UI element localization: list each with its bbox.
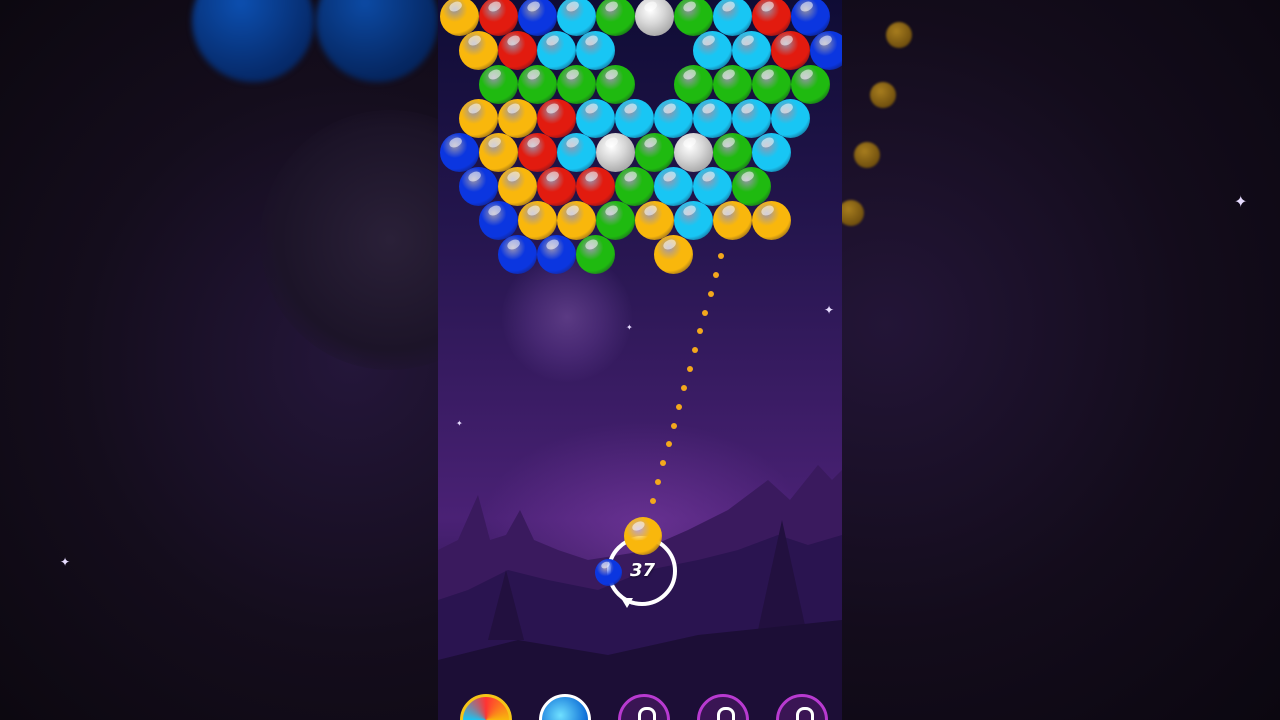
green-bubble xyxy=(596,0,635,36)
cyan-bubble xyxy=(752,133,791,172)
yellow-bubble xyxy=(498,99,537,138)
green-bubble xyxy=(596,201,635,240)
aim-dot xyxy=(718,253,724,259)
cyan-bubble xyxy=(576,99,615,138)
yellow-bubble xyxy=(479,133,518,172)
yellow-bubble xyxy=(713,201,752,240)
blurred-aim-dot xyxy=(886,22,912,48)
cyan-bubble xyxy=(693,167,732,206)
blurred-aim-dot xyxy=(842,200,864,226)
blue-bubble xyxy=(459,167,498,206)
aim-dot xyxy=(670,422,677,429)
cyan-bubble xyxy=(732,31,771,70)
aim-dot xyxy=(697,328,704,335)
aim-dot xyxy=(702,309,709,316)
blurred-aim-dot xyxy=(870,82,896,108)
yellow-bubble xyxy=(752,201,791,240)
swap-arrow-icon[interactable] xyxy=(621,598,633,608)
blurred-bubble xyxy=(192,0,314,82)
yellow-bubble xyxy=(654,235,693,274)
green-bubble xyxy=(791,65,830,104)
cyan-bubble xyxy=(537,31,576,70)
aim-dot xyxy=(686,366,693,373)
stone-bubble xyxy=(635,0,674,36)
red-bubble xyxy=(771,31,810,70)
yellow-bubble xyxy=(459,99,498,138)
red-bubble xyxy=(537,167,576,206)
yellow-bubble xyxy=(518,201,557,240)
blurred-moon xyxy=(260,110,438,370)
stone-bubble xyxy=(596,133,635,172)
cyan-bubble xyxy=(674,201,713,240)
lock-icon xyxy=(638,707,656,720)
stone-bubble xyxy=(674,133,713,172)
red-bubble xyxy=(498,31,537,70)
green-bubble xyxy=(518,65,557,104)
blurred-bubble xyxy=(316,0,438,82)
cyan-bubble xyxy=(693,99,732,138)
star-icon: ✦ xyxy=(60,555,71,569)
yellow-bubble xyxy=(557,201,596,240)
aim-dot xyxy=(676,403,683,410)
cyan-bubble xyxy=(576,31,615,70)
next-bubble[interactable] xyxy=(595,559,622,586)
cyan-bubble xyxy=(654,99,693,138)
blue-bubble xyxy=(479,201,518,240)
cyan-bubble xyxy=(615,99,654,138)
red-bubble xyxy=(518,133,557,172)
green-bubble xyxy=(615,167,654,206)
green-bubble xyxy=(674,65,713,104)
aim-dot xyxy=(681,384,688,391)
aim-dot xyxy=(712,271,719,278)
yellow-bubble xyxy=(498,167,537,206)
cyan-bubble xyxy=(732,99,771,138)
lock-icon xyxy=(717,707,735,720)
blue-bubble xyxy=(440,133,479,172)
blurred-background-left: ✦ xyxy=(0,0,438,720)
blue-bubble xyxy=(537,235,576,274)
green-bubble xyxy=(596,65,635,104)
yellow-bubble xyxy=(459,31,498,70)
green-bubble xyxy=(479,65,518,104)
aim-dot xyxy=(650,498,656,504)
cyan-bubble xyxy=(557,133,596,172)
star-icon: ✦ xyxy=(824,303,835,317)
green-bubble xyxy=(732,167,771,206)
green-bubble xyxy=(713,133,752,172)
cyan-bubble xyxy=(654,167,693,206)
blue-bubble xyxy=(498,235,537,274)
green-bubble xyxy=(713,65,752,104)
blue-bubble xyxy=(810,31,842,70)
star-icon: ✦ xyxy=(1234,192,1248,211)
lock-icon xyxy=(796,707,814,720)
aim-dot xyxy=(707,290,714,297)
red-bubble xyxy=(576,167,615,206)
yellow-bubble xyxy=(635,201,674,240)
loaded-bubble xyxy=(624,517,662,555)
cyan-bubble xyxy=(693,31,732,70)
green-bubble xyxy=(635,133,674,172)
game-board[interactable]: ✦ ✦ ✦ 37 xyxy=(438,0,842,720)
blurred-aim-dot xyxy=(854,142,880,168)
red-bubble xyxy=(537,99,576,138)
cyan-bubble xyxy=(771,99,810,138)
blurred-background-right: ✦ xyxy=(842,0,1280,720)
green-bubble xyxy=(557,65,596,104)
star-icon: ✦ xyxy=(456,419,463,428)
green-bubble xyxy=(752,65,791,104)
green-bubble xyxy=(576,235,615,274)
shots-remaining-count: 37 xyxy=(630,560,656,581)
aim-dot xyxy=(691,347,698,354)
star-icon: ✦ xyxy=(626,323,633,332)
